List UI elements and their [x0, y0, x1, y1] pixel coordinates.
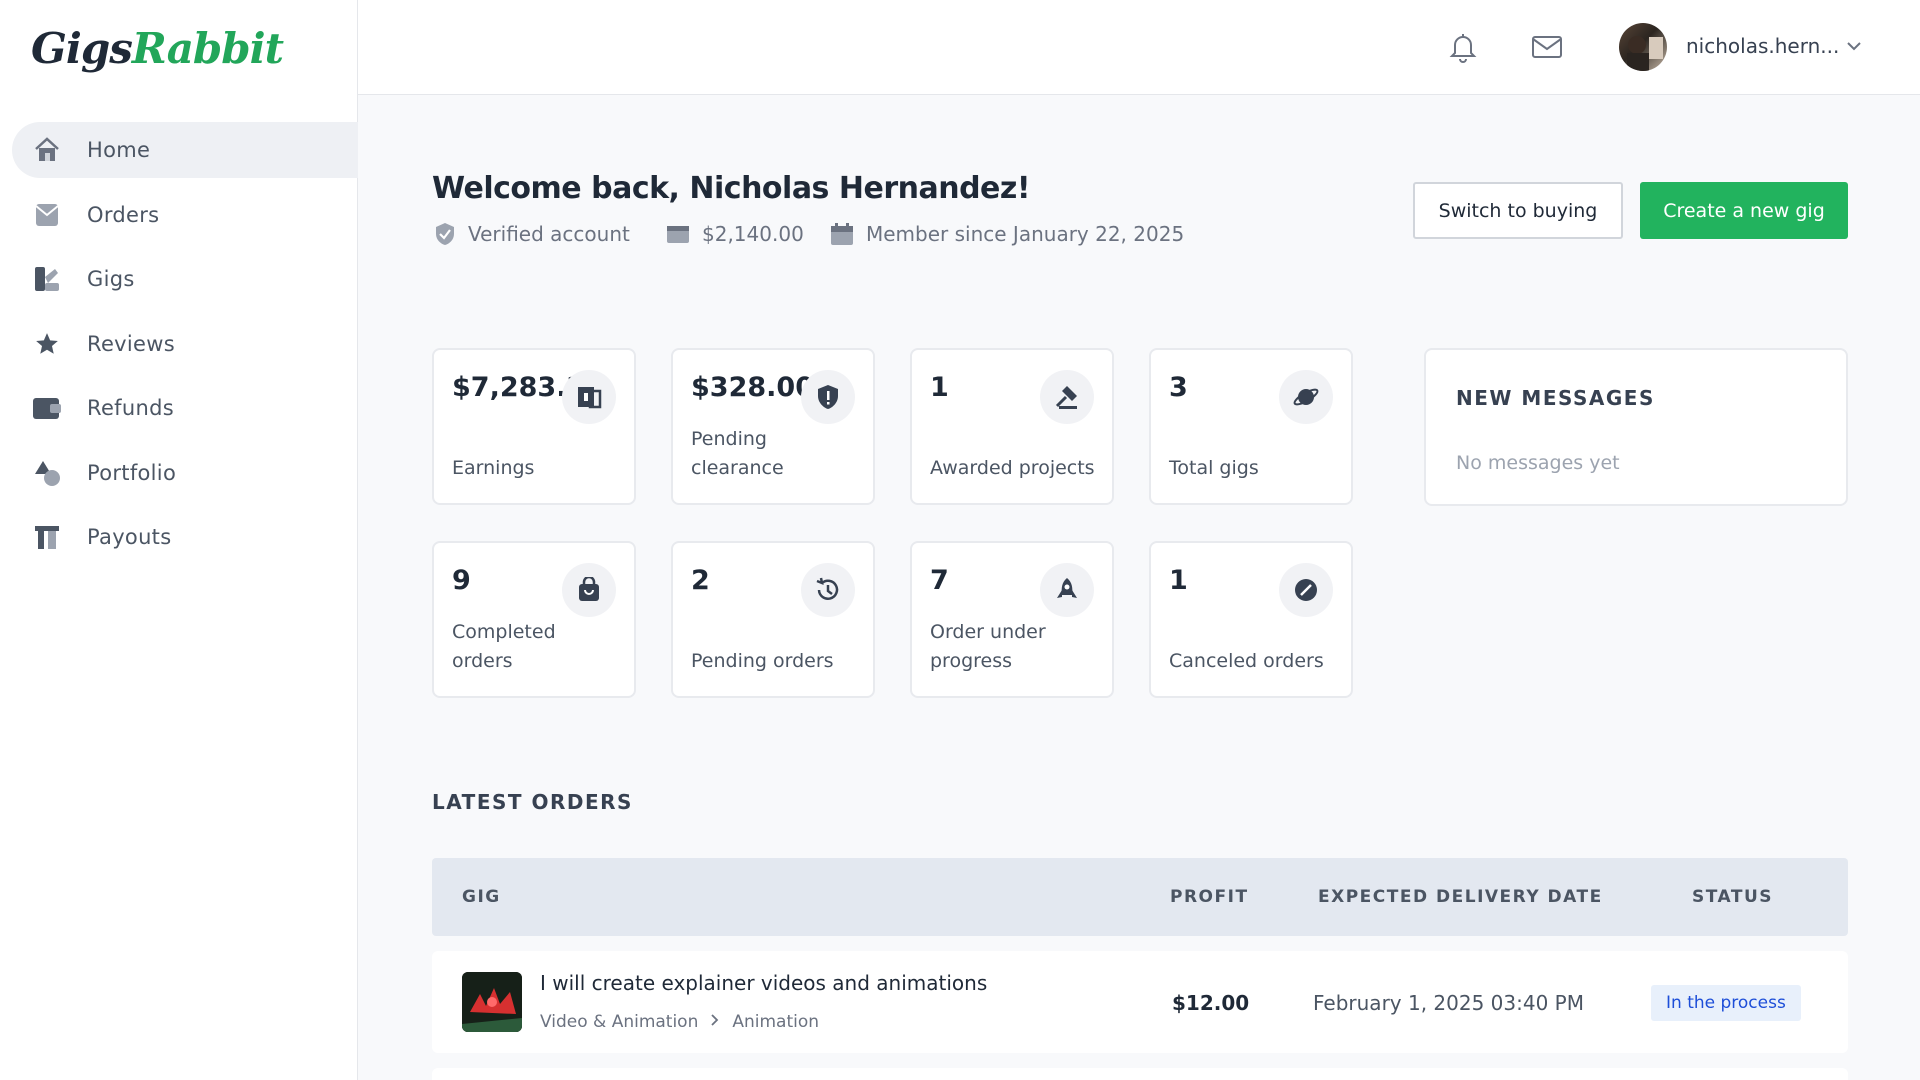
table-row[interactable]: I will create explainer videos and anima…: [432, 951, 1848, 1053]
wallet-icon: [32, 393, 62, 423]
gig-thumbnail[interactable]: [462, 972, 522, 1032]
stat-card-earnings: $7,283.21 Earnings: [432, 348, 636, 505]
username[interactable]: nicholas.hern...: [1686, 34, 1839, 58]
logo-text-part2: Rabbit: [131, 24, 284, 73]
stat-value: 1: [930, 372, 949, 403]
sidebar-item-home[interactable]: Home: [12, 122, 358, 178]
bag-icon: [562, 563, 616, 617]
stat-value: 9: [452, 565, 471, 596]
star-icon: [32, 329, 62, 359]
sidebar: GigsRabbit Home Orders Gigs Reviews Refu…: [0, 0, 358, 1080]
stat-value: 2: [691, 565, 710, 596]
logo-text-part1: Gigs: [31, 24, 133, 73]
bell-icon[interactable]: [1446, 30, 1480, 64]
sidebar-item-gigs[interactable]: Gigs: [12, 251, 358, 307]
breadcrumb-category[interactable]: Video & Animation: [540, 1012, 698, 1032]
stat-label: Canceled orders: [1169, 650, 1324, 672]
stat-label: Earnings: [452, 457, 535, 479]
stat-label: Pending clearance: [691, 428, 784, 479]
planet-icon: [1279, 370, 1333, 424]
switch-to-buying-button[interactable]: Switch to buying: [1413, 182, 1623, 239]
sidebar-item-label: Gigs: [87, 267, 135, 291]
sidebar-item-reviews[interactable]: Reviews: [12, 316, 358, 372]
stat-label: Awarded projects: [930, 457, 1095, 479]
stat-card-pending-orders: 2 Pending orders: [671, 541, 875, 698]
stat-card-completed-orders: 9 Completed orders: [432, 541, 636, 698]
stat-label: Pending orders: [691, 650, 834, 672]
sidebar-item-label: Payouts: [87, 525, 172, 549]
status-badge: In the process: [1651, 985, 1801, 1021]
orders-table-header: GIG PROFIT EXPECTED DELIVERY DATE STATUS: [432, 858, 1848, 936]
member-since: Member since January 22, 2025: [830, 222, 1184, 246]
page-title: Welcome back, Nicholas Hernandez!: [432, 171, 1031, 206]
column-header-status: STATUS: [1692, 887, 1774, 907]
topbar: nicholas.hern...: [358, 0, 1920, 95]
stat-card-pending-clearance: $328.00 Pending clearance: [671, 348, 875, 505]
gig-title-link[interactable]: I will create explainer videos and anima…: [540, 971, 987, 995]
sidebar-item-payouts[interactable]: Payouts: [12, 509, 358, 565]
stat-value: $328.00: [691, 372, 814, 403]
column-header-gig: GIG: [462, 887, 501, 907]
cancel-icon: [1279, 563, 1333, 617]
rocket-icon: [1040, 563, 1094, 617]
wallet-small-icon: [667, 226, 689, 243]
shield-alert-icon: [801, 370, 855, 424]
stat-label: Total gigs: [1169, 457, 1259, 479]
verified-shield-icon: [436, 223, 454, 245]
column-header-delivery: EXPECTED DELIVERY DATE: [1318, 887, 1603, 907]
stat-value: 1: [1169, 565, 1188, 596]
sidebar-item-refunds[interactable]: Refunds: [12, 380, 358, 436]
gigs-icon: [32, 264, 62, 294]
balance-value: $2,140.00: [702, 222, 804, 246]
home-icon: [32, 135, 62, 165]
stat-card-canceled-orders: 1 Canceled orders: [1149, 541, 1353, 698]
mail-icon[interactable]: [1530, 30, 1564, 64]
messages-empty-text: No messages yet: [1456, 452, 1620, 474]
balance: $2,140.00: [666, 222, 804, 246]
breadcrumb-subcategory[interactable]: Animation: [732, 1012, 819, 1032]
verified-status: Verified account: [434, 222, 630, 246]
new-messages-card: NEW MESSAGES No messages yet: [1424, 348, 1848, 506]
stat-value: 3: [1169, 372, 1188, 403]
verified-label: Verified account: [468, 222, 630, 246]
stat-card-order-under-progress: 7 Order under progress: [910, 541, 1114, 698]
create-gig-button[interactable]: Create a new gig: [1640, 182, 1848, 239]
table-row[interactable]: [432, 1068, 1848, 1080]
sidebar-item-portfolio[interactable]: Portfolio: [12, 445, 358, 501]
history-icon: [801, 563, 855, 617]
sidebar-item-label: Refunds: [87, 396, 174, 420]
member-since-label: Member since January 22, 2025: [866, 222, 1185, 246]
sidebar-item-label: Home: [87, 138, 151, 162]
stat-value: 7: [930, 565, 949, 596]
stat-card-total-gigs: 3 Total gigs: [1149, 348, 1353, 505]
payouts-icon: [32, 522, 62, 552]
messages-title: NEW MESSAGES: [1456, 386, 1655, 410]
sidebar-item-orders[interactable]: Orders: [12, 187, 358, 243]
sidebar-item-label: Portfolio: [87, 460, 177, 485]
chevron-right-icon: [710, 1012, 720, 1032]
gavel-icon: [1040, 370, 1094, 424]
chevron-down-icon[interactable]: [1844, 36, 1864, 60]
stat-label: Completed orders: [452, 621, 556, 672]
order-delivery-date: February 1, 2025 03:40 PM: [1313, 991, 1584, 1015]
calendar-icon: [831, 223, 853, 245]
sidebar-item-label: Orders: [87, 202, 160, 227]
orders-icon: [32, 200, 62, 230]
stat-card-awarded-projects: 1 Awarded projects: [910, 348, 1114, 505]
stat-label: Order under progress: [930, 621, 1046, 672]
logo[interactable]: GigsRabbit: [31, 24, 284, 73]
order-profit: $12.00: [1172, 991, 1250, 1015]
avatar[interactable]: [1619, 23, 1667, 71]
earnings-icon: [562, 370, 616, 424]
column-header-profit: PROFIT: [1170, 887, 1249, 907]
latest-orders-title: LATEST ORDERS: [432, 790, 633, 814]
sidebar-item-label: Reviews: [87, 331, 175, 356]
sidebar-nav: Home Orders Gigs Reviews Refunds Portfol…: [12, 122, 358, 574]
gig-category-breadcrumb: Video & Animation Animation: [540, 1012, 819, 1032]
shapes-icon: [32, 458, 62, 488]
